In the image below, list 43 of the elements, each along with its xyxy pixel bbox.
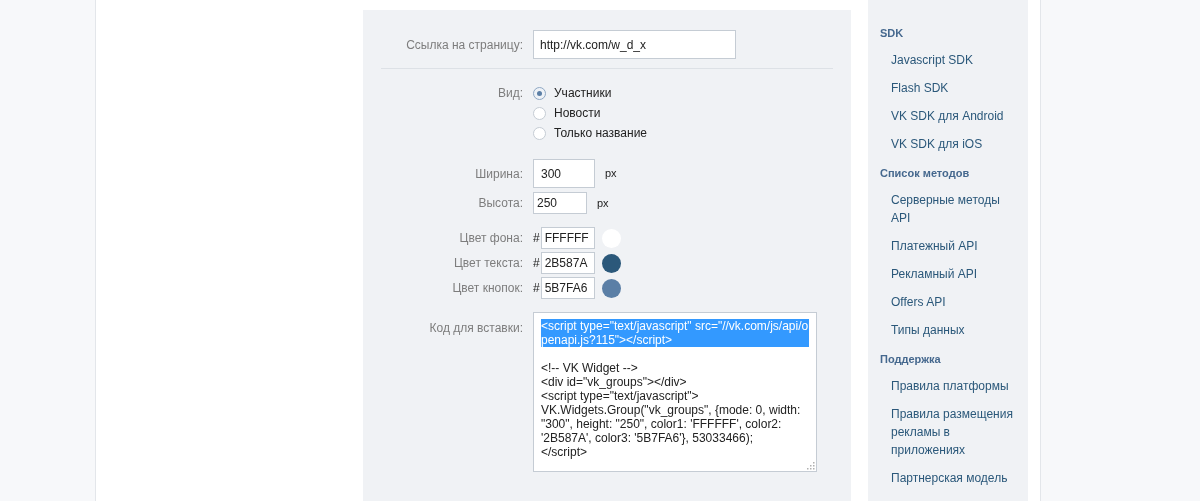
radio-option[interactable]: Новости <box>533 103 648 123</box>
resize-grip-icon <box>805 460 815 470</box>
field-label: Цвет кнопок: <box>451 280 523 297</box>
page-link-field[interactable]: http://vk.com/w_d_x <box>533 30 736 59</box>
color-field[interactable]: 2B587A <box>540 252 595 274</box>
hash-sign: # <box>533 255 540 272</box>
sidebar-link[interactable]: Партнерская модель <box>880 465 1016 491</box>
color-field[interactable]: 5B7FA6 <box>540 277 595 299</box>
field-label: Высота: <box>477 195 523 212</box>
radio-option[interactable]: Участники <box>533 83 648 103</box>
sidebar-link[interactable]: VK SDK для Android <box>880 103 1016 129</box>
sidebar-link[interactable]: VK SDK для iOS <box>880 131 1016 157</box>
width-field[interactable]: 300 <box>533 159 595 188</box>
color-swatch[interactable] <box>601 253 621 273</box>
code-text: <!-- VK Widget --> <div id="vk_groups"></div> <script type="text/javascript"> VK.Widgets.Group("vk_groups", {mode: 0, width: "300", height: "250", color1: 'FFFFFF', color2: '2B587A', color3: '5B7FA6'}, 53033466); </script> <box>541 361 802 459</box>
field-label: Ссылка на страницу: <box>405 36 523 54</box>
unit-label: px <box>597 195 609 211</box>
embed-code-textarea[interactable] <box>533 312 817 472</box>
sidebar-link[interactable]: Javascript SDK <box>880 47 1016 73</box>
color-swatch[interactable] <box>601 278 621 298</box>
sidebar-link[interactable]: Серверные методы API <box>880 187 1016 231</box>
sidebar-link[interactable]: Рекламный API <box>880 261 1016 287</box>
color-field[interactable]: FFFFFF <box>540 227 595 249</box>
field-label: Цвет фона: <box>458 230 523 247</box>
sidebar-link[interactable]: Flash SDK <box>880 75 1016 101</box>
hash-sign: # <box>533 230 540 247</box>
radio-option[interactable]: Только название <box>533 123 648 143</box>
sidebar-heading: Поддержка <box>880 352 942 367</box>
hash-sign: # <box>533 280 540 297</box>
sidebar-heading: Список методов <box>880 166 971 181</box>
selected-code-text: <script type="text/javascript" src="//vk.com/js/api/openapi.js?115"></script> <box>541 319 809 347</box>
field-label: Код для вставки: <box>428 320 523 337</box>
unit-label: px <box>605 166 617 182</box>
sidebar-link[interactable]: Правила платформы <box>880 373 1016 399</box>
sidebar-link[interactable]: Offers API <box>880 289 1016 315</box>
field-label: Цвет текста: <box>453 255 523 272</box>
sidebar-link[interactable]: Платежный API <box>880 233 1016 259</box>
field-label: Вид: <box>496 85 523 102</box>
field-label: Ширина: <box>474 165 523 183</box>
sidebar-link[interactable]: Типы данных <box>880 317 1016 343</box>
sidebar-heading: SDK <box>880 26 905 41</box>
height-field[interactable]: 250 <box>533 192 587 214</box>
sidebar-link[interactable]: Правила размещения рекламы в приложениях <box>880 401 1016 463</box>
